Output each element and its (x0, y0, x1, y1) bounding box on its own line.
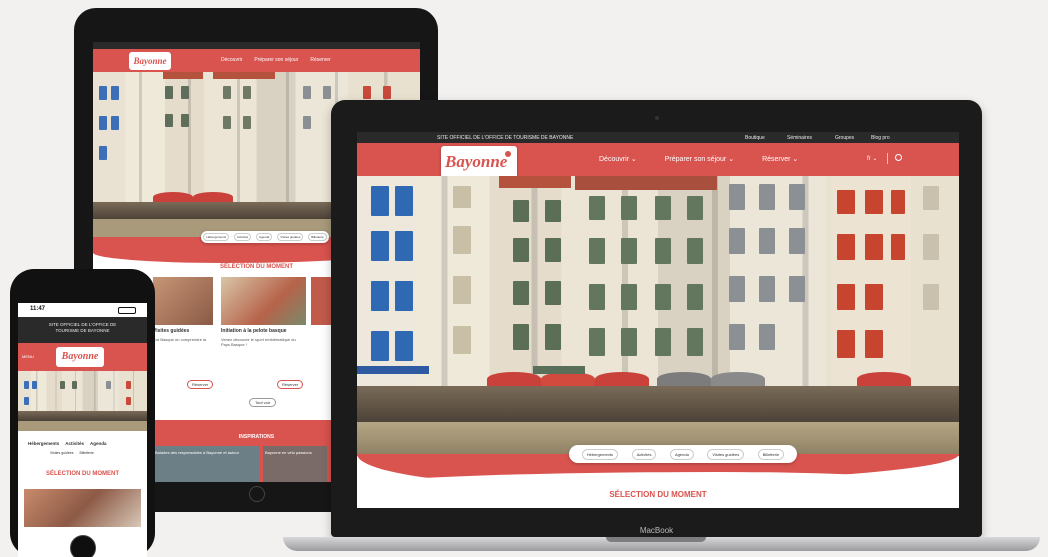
selection-title: SÉLECTION DU MOMENT (357, 490, 959, 499)
quick-links-bar: Hébergements Activités Agenda Visites gu… (569, 445, 797, 463)
menu-decouvrir[interactable]: Découvrir ⌄ (599, 155, 637, 163)
logo-dot (505, 151, 511, 157)
battery-icon (118, 307, 136, 314)
tablet-card-title[interactable]: Visites guidées (153, 328, 189, 334)
tablet-card-button[interactable]: Réserver (277, 380, 304, 389)
tablet-card-button[interactable]: Réserver (187, 380, 214, 389)
tablet-chip[interactable]: Agenda (256, 233, 273, 241)
phone-selection-title: SÉLECTION DU MOMENT (18, 471, 147, 477)
tablet-card-image (153, 277, 213, 325)
tablet-see-all-button[interactable]: Tout voir (249, 398, 277, 407)
tablet-card-text: Cut Basque on comprendre la (153, 337, 207, 342)
main-menu: Découvrir ⌄ Préparer son séjour ⌄ Réserv… (599, 155, 798, 163)
chip-visites[interactable]: Visites guidées (707, 448, 745, 460)
phone-chip[interactable]: Activités (65, 441, 84, 446)
phone-status-bar: 11:47 (18, 303, 147, 317)
phone-time: 11:47 (30, 306, 46, 312)
menu-reserver[interactable]: Réserver ⌄ (762, 155, 798, 163)
tablet-logo[interactable]: Bayonne (129, 52, 171, 70)
tablet-chip[interactable]: Activités (233, 233, 252, 241)
tablet-chip[interactable]: Hébergements (203, 233, 230, 241)
tablet-chip[interactable]: Billetterie (308, 233, 327, 241)
tablet-chip[interactable]: Visites guidées (277, 233, 304, 241)
chip-activites[interactable]: Activités (631, 448, 657, 460)
laptop-notch (606, 537, 706, 542)
phone-logo[interactable]: Bayonne (56, 347, 104, 367)
logo-wordmark: Bayonne (445, 152, 508, 171)
tablet-card-image (221, 277, 306, 325)
phone-topbar: SITE OFFICIEL DE L'OFFICE DE TOURISME DE… (18, 317, 147, 343)
topbar-link-blog[interactable]: Blog pro (871, 135, 890, 141)
phone-nav: MENU Bayonne (18, 343, 147, 371)
phone-home-button[interactable] (70, 535, 96, 557)
phone-menu-button[interactable]: MENU (22, 354, 34, 359)
official-site-label: SITE OFFICIEL DE L'OFFICE DE TOURISME DE… (437, 135, 574, 141)
topbar-link-seminaires[interactable]: Séminaires (787, 135, 812, 141)
phone-hero-image (18, 371, 147, 431)
tablet-card-title[interactable]: Initiation à la pelote basque (221, 328, 301, 334)
menu-preparer[interactable]: Préparer son séjour ⌄ (665, 155, 734, 163)
chip-billetterie[interactable]: Billetterie (757, 448, 785, 460)
phone-chip[interactable]: Agenda (90, 441, 107, 446)
tablet-nav-item[interactable]: Préparer son séjour (254, 57, 298, 63)
topbar-link-groupes[interactable]: Groupes (835, 135, 854, 141)
tablet-nav: Bayonne Découvrir Préparer son séjour Ré… (93, 49, 420, 72)
tablet-inspiration-text: Bayonne en vélo passions (265, 450, 312, 455)
tablet-quick-links: Hébergements Activités Agenda Visites gu… (201, 231, 329, 243)
phone-chip[interactable]: Hébergements (28, 441, 59, 446)
laptop-camera (655, 116, 659, 120)
phone-screen: 11:47 SITE OFFICIEL DE L'OFFICE DE TOURI… (18, 303, 147, 557)
laptop-brand-label: MacBook (639, 526, 674, 535)
tablet-nav-menu: Découvrir Préparer son séjour Réserver (221, 57, 331, 63)
tablet-card-text: Venez découvrir le sport emblématique du… (221, 337, 296, 347)
site-topbar: SITE OFFICIEL DE L'OFFICE DE TOURISME DE… (357, 132, 959, 143)
phone-chip[interactable]: Billetterie (79, 451, 93, 455)
tablet-nav-item[interactable]: Réserver (310, 57, 330, 63)
language-selector[interactable]: fr ⌄ (867, 155, 877, 162)
tablet-topbar (93, 42, 420, 49)
chip-agenda[interactable]: Agenda (670, 448, 694, 460)
phone-card-image (24, 489, 141, 527)
tablet-nav-item[interactable]: Découvrir (221, 57, 242, 63)
hero-image (357, 176, 959, 456)
search-icon[interactable] (895, 154, 902, 161)
site-logo[interactable]: Bayonne (441, 146, 517, 180)
tablet-inspiration-text: Balades des responsables à Bayonne et au… (155, 450, 240, 455)
phone-chip[interactable]: Visites guidées (50, 451, 73, 455)
tablet-home-button[interactable] (249, 486, 265, 502)
topbar-link-boutique[interactable]: Boutique (745, 135, 765, 141)
site-main-nav: Bayonne Découvrir ⌄ Préparer son séjour … (357, 143, 959, 180)
phone-official-label: SITE OFFICIEL DE L'OFFICE DE TOURISME DE… (48, 322, 117, 333)
chip-hebergements[interactable]: Hébergements (581, 448, 619, 460)
laptop-screen: SITE OFFICIEL DE L'OFFICE DE TOURISME DE… (357, 132, 959, 508)
